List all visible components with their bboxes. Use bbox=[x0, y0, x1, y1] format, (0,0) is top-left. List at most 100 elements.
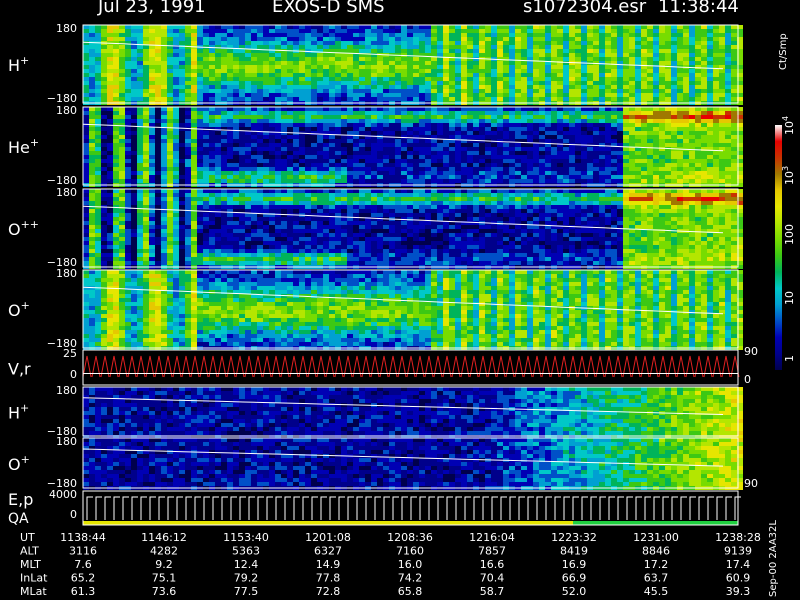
heatmap-cell bbox=[137, 139, 143, 143]
heatmap-cell bbox=[479, 37, 485, 41]
heatmap-cell bbox=[509, 37, 515, 41]
heatmap-cell bbox=[149, 33, 155, 37]
heatmap-cell bbox=[239, 119, 245, 123]
heatmap-cell bbox=[665, 119, 671, 123]
heatmap-cell bbox=[593, 41, 599, 45]
heatmap-cell bbox=[143, 69, 149, 73]
heatmap-cell bbox=[533, 147, 539, 151]
heatmap-cell bbox=[455, 115, 461, 119]
heatmap-cell bbox=[497, 163, 503, 167]
heatmap-cell bbox=[677, 123, 683, 127]
heatmap-cell bbox=[113, 29, 119, 33]
heatmap-cell bbox=[281, 61, 287, 65]
heatmap-cell bbox=[713, 73, 719, 77]
heatmap-cell bbox=[329, 115, 335, 119]
heatmap-cell bbox=[677, 111, 683, 115]
heatmap-cell bbox=[347, 155, 353, 159]
heatmap-cell bbox=[569, 175, 575, 179]
heatmap-cell bbox=[689, 29, 695, 33]
heatmap-cell bbox=[89, 167, 95, 171]
heatmap-cell bbox=[179, 119, 185, 123]
heatmap-cell bbox=[407, 127, 413, 131]
heatmap-cell bbox=[413, 107, 419, 111]
heatmap-cell bbox=[527, 41, 533, 45]
heatmap-cell bbox=[269, 85, 275, 89]
heatmap-cell bbox=[245, 97, 251, 101]
heatmap-cell bbox=[659, 77, 665, 81]
heatmap-cell bbox=[365, 89, 371, 93]
heatmap-cell bbox=[263, 69, 269, 73]
heatmap-cell bbox=[581, 159, 587, 163]
heatmap-cell bbox=[143, 197, 149, 201]
heatmap-cell bbox=[683, 131, 689, 135]
heatmap-cell bbox=[221, 81, 227, 85]
heatmap-cell bbox=[467, 155, 473, 159]
heatmap-cell bbox=[227, 49, 233, 53]
heatmap-cell bbox=[131, 193, 137, 197]
heatmap-cell bbox=[101, 229, 107, 233]
heatmap-cell bbox=[245, 77, 251, 81]
heatmap-cell bbox=[467, 159, 473, 163]
heatmap-cell bbox=[473, 85, 479, 89]
heatmap-cell bbox=[479, 159, 485, 163]
heatmap-cell bbox=[593, 123, 599, 127]
heatmap-cell bbox=[167, 189, 173, 193]
heatmap-cell bbox=[617, 171, 623, 175]
heatmap-cell bbox=[521, 65, 527, 69]
heatmap-cell bbox=[215, 85, 221, 89]
heatmap-cell bbox=[647, 33, 653, 37]
heatmap-cell bbox=[395, 111, 401, 115]
heatmap-cell bbox=[347, 115, 353, 119]
heatmap-cell bbox=[455, 45, 461, 49]
heatmap-cell bbox=[263, 73, 269, 77]
heatmap-cell bbox=[539, 85, 545, 89]
heatmap-cell bbox=[707, 135, 713, 139]
heatmap-cell bbox=[443, 73, 449, 77]
heatmap-cell bbox=[563, 89, 569, 93]
heatmap-cell bbox=[209, 221, 215, 225]
heatmap-cell bbox=[83, 261, 89, 265]
heatmap-cell bbox=[419, 25, 425, 29]
heatmap-cell bbox=[251, 107, 257, 111]
heatmap-cell bbox=[293, 85, 299, 89]
heatmap-cell bbox=[317, 175, 323, 179]
heatmap-cell bbox=[263, 107, 269, 111]
heatmap-cell bbox=[119, 61, 125, 65]
heatmap-cell bbox=[509, 29, 515, 33]
heatmap-cell bbox=[581, 115, 587, 119]
heatmap-cell bbox=[515, 123, 521, 127]
heatmap-cell bbox=[533, 163, 539, 167]
heatmap-cell bbox=[227, 155, 233, 159]
heatmap-cell bbox=[641, 155, 647, 159]
heatmap-cell bbox=[431, 143, 437, 147]
heatmap-cell bbox=[215, 155, 221, 159]
heatmap-cell bbox=[413, 151, 419, 155]
heatmap-cell bbox=[137, 193, 143, 197]
heatmap-cell bbox=[89, 237, 95, 241]
heatmap-cell bbox=[287, 73, 293, 77]
heatmap-cell bbox=[551, 127, 557, 131]
heatmap-cell bbox=[161, 37, 167, 41]
heatmap-cell bbox=[185, 143, 191, 147]
heatmap-cell bbox=[449, 167, 455, 171]
heatmap-cell bbox=[269, 155, 275, 159]
heatmap-cell bbox=[251, 197, 257, 201]
heatmap-cell bbox=[167, 225, 173, 229]
heatmap-cell bbox=[311, 81, 317, 85]
heatmap-cell bbox=[221, 111, 227, 115]
heatmap-cell bbox=[215, 119, 221, 123]
heatmap-cell bbox=[359, 179, 365, 183]
heatmap-cell bbox=[671, 89, 677, 93]
heatmap-cell bbox=[137, 73, 143, 77]
heatmap-cell bbox=[545, 127, 551, 131]
heatmap-cell bbox=[197, 249, 203, 253]
heatmap-cell bbox=[479, 119, 485, 123]
heatmap-cell bbox=[293, 127, 299, 131]
heatmap-cell bbox=[137, 155, 143, 159]
heatmap-cell bbox=[491, 69, 497, 73]
heatmap-cell bbox=[293, 77, 299, 81]
heatmap-cell bbox=[251, 171, 257, 175]
heatmap-cell bbox=[365, 123, 371, 127]
heatmap-cell bbox=[329, 93, 335, 97]
heatmap-cell bbox=[473, 45, 479, 49]
